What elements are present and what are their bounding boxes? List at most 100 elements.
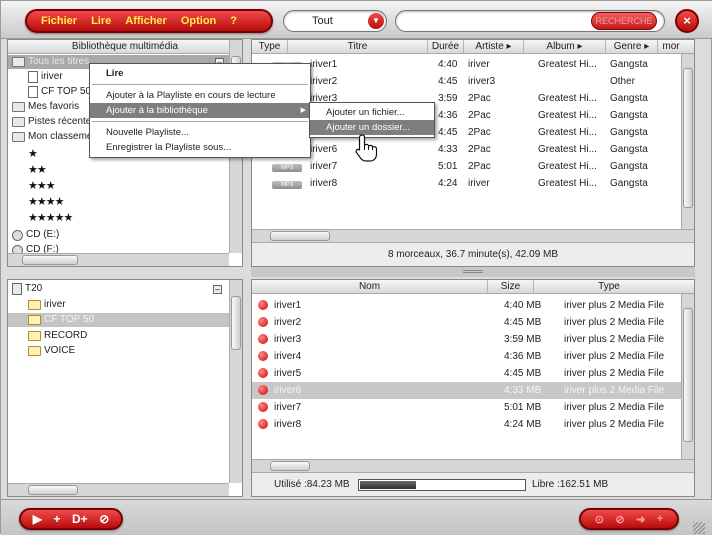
menu-item-save-playlist-as[interactable]: Enregistrer la Playliste sous... xyxy=(90,140,310,155)
table-row[interactable]: iriver2 4:45 MB iriver plus 2 Media File xyxy=(252,314,681,331)
tree-item-folder-iriver[interactable]: iriver xyxy=(28,298,66,312)
tree-item-folder-voice[interactable]: VOICE xyxy=(28,344,75,358)
table-row[interactable]: MP3 iriver7 5:01 2Pac Greatest Hi... Gan… xyxy=(252,158,681,175)
menu-item-add-file[interactable]: Ajouter un fichier... xyxy=(310,105,434,120)
menu-bar: Fichier Lire Afficher Option ? xyxy=(25,9,273,33)
search-button[interactable]: RECHERCHE xyxy=(591,12,657,30)
menu-item-play[interactable]: Lire xyxy=(90,66,310,81)
tree-item-recent[interactable]: Pistes récentes xyxy=(12,115,96,129)
rating-3-stars[interactable]: ★★★ xyxy=(28,179,56,193)
filter-select[interactable]: Tout ▼ xyxy=(283,10,387,32)
tree-item-cf-top-50[interactable]: CF TOP 50 xyxy=(28,85,91,99)
device-vertical-scrollbar[interactable] xyxy=(229,280,242,483)
playlist-horizontal-scrollbar[interactable] xyxy=(252,229,694,242)
tree-item-label: iriver xyxy=(41,71,63,82)
scroll-thumb[interactable] xyxy=(683,308,693,442)
cell-genre: Gangsta xyxy=(610,127,648,138)
cell-duration: 3:59 xyxy=(438,93,458,104)
menu-help[interactable]: ? xyxy=(230,15,237,27)
device-panel: T20 – iriver CF TOP 50 RECORD VOICE xyxy=(7,279,243,497)
chevron-down-icon[interactable]: ▼ xyxy=(368,13,384,29)
table-row[interactable]: iriver3 3:59 MB iriver plus 2 Media File xyxy=(252,331,681,348)
column-duration[interactable]: Durée xyxy=(428,40,464,54)
scroll-thumb[interactable] xyxy=(683,68,693,208)
play-icon[interactable]: ▶ xyxy=(33,512,42,526)
tree-item-label: Pistes récentes xyxy=(28,116,97,127)
column-name[interactable]: Nom xyxy=(252,280,488,294)
tree-item-iriver[interactable]: iriver xyxy=(28,70,63,84)
scroll-thumb[interactable] xyxy=(270,231,330,241)
menu-item-add-to-now-playing[interactable]: Ajouter à la Playliste en cours de lectu… xyxy=(90,88,310,103)
table-row[interactable]: iriver7 5:01 MB iriver plus 2 Media File xyxy=(252,399,681,416)
menu-afficher[interactable]: Afficher xyxy=(125,15,167,27)
table-row[interactable]: MP3 iriver8 4:24 iriver Greatest Hi... G… xyxy=(252,175,681,192)
arrow-right-icon[interactable]: ➜ xyxy=(636,513,645,526)
cell-genre: Gangsta xyxy=(610,178,648,189)
cell-artist: iriver3 xyxy=(468,76,496,87)
app-window: Fichier Lire Afficher Option ? Tout ▼ RE… xyxy=(0,0,712,535)
library-horizontal-scrollbar[interactable] xyxy=(8,253,229,266)
rating-5-stars[interactable]: ★★★★★ xyxy=(28,211,73,225)
table-row[interactable]: MP3 iriver1 4:40 iriver Greatest Hi... G… xyxy=(252,56,681,73)
column-more[interactable]: mor xyxy=(658,40,684,54)
rating-4-stars[interactable]: ★★★★ xyxy=(28,195,64,209)
menu-lire[interactable]: Lire xyxy=(91,15,111,27)
cell-album: Greatest Hi... xyxy=(538,110,597,121)
device-controls: ⊙ ⊘ ➜ + xyxy=(579,508,679,530)
table-row[interactable]: iriver1 4:40 MB iriver plus 2 Media File xyxy=(252,297,681,314)
tree-item-cd-e[interactable]: CD (E:) xyxy=(12,228,59,242)
tree-item-label: CF TOP 50 xyxy=(44,314,95,325)
cell-duration: 4:36 xyxy=(438,110,458,121)
device-horizontal-scrollbar[interactable] xyxy=(8,483,229,496)
table-row[interactable]: iriver8 4:24 MB iriver plus 2 Media File xyxy=(252,416,681,433)
column-artist[interactable]: Artiste ▸ xyxy=(464,40,524,54)
close-icon[interactable]: × xyxy=(675,9,699,33)
column-size[interactable]: Size xyxy=(488,280,534,294)
type-badge: MP3 xyxy=(272,158,302,175)
column-album[interactable]: Album ▸ xyxy=(524,40,606,54)
table-row[interactable]: iriver5 4:45 MB iriver plus 2 Media File xyxy=(252,365,681,382)
menu-fichier[interactable]: Fichier xyxy=(41,15,77,27)
table-row[interactable]: iriver4 4:36 MB iriver plus 2 Media File xyxy=(252,348,681,365)
add-icon[interactable]: + xyxy=(657,513,663,525)
tree-item-folder-cf-top-50[interactable]: CF TOP 50 xyxy=(8,313,230,327)
scroll-thumb[interactable] xyxy=(22,255,78,265)
add-file-icon[interactable]: D+ xyxy=(72,512,88,526)
tree-item-favorites[interactable]: Mes favoris xyxy=(12,100,79,114)
column-genre[interactable]: Genre ▸ xyxy=(606,40,658,54)
table-row-selected[interactable]: iriver6 4:33 MB iriver plus 2 Media File xyxy=(252,382,681,399)
panel-splitter[interactable] xyxy=(251,267,695,277)
column-type[interactable]: Type xyxy=(252,40,288,54)
delete-icon[interactable]: ⊘ xyxy=(615,513,624,526)
menu-item-add-to-library[interactable]: Ajouter à la bibliothèque ▶ xyxy=(90,103,310,118)
rating-2-stars[interactable]: ★★ xyxy=(28,163,47,177)
column-file-type[interactable]: Type xyxy=(534,280,684,294)
free-space: Libre :162.51 MB xyxy=(532,479,609,490)
device-icon[interactable]: ⊙ xyxy=(595,513,604,526)
storage-usage-fill xyxy=(360,481,417,489)
rating-1-stars[interactable]: ★ xyxy=(28,147,38,161)
files-vertical-scrollbar[interactable] xyxy=(681,294,694,459)
scroll-thumb[interactable] xyxy=(270,461,310,471)
collapse-icon[interactable]: – xyxy=(213,284,222,294)
column-title[interactable]: Titre xyxy=(288,40,428,54)
tree-item-folder-record[interactable]: RECORD xyxy=(28,329,87,343)
cell-type: iriver plus 2 Media File xyxy=(564,402,665,413)
files-horizontal-scrollbar[interactable] xyxy=(252,459,694,472)
playlist-icon xyxy=(28,86,38,98)
scroll-thumb[interactable] xyxy=(231,296,241,350)
scroll-thumb[interactable] xyxy=(28,485,78,495)
playlist-vertical-scrollbar[interactable] xyxy=(681,54,694,229)
table-row[interactable]: MP3 iriver6 4:33 2Pac Greatest Hi... Gan… xyxy=(252,141,681,158)
playlist-icon xyxy=(28,71,38,83)
top-toolbar: Fichier Lire Afficher Option ? Tout ▼ RE… xyxy=(1,1,712,39)
resize-grip-icon[interactable] xyxy=(693,522,705,534)
menu-item-new-playlist[interactable]: Nouvelle Playliste... xyxy=(90,125,310,140)
tree-item-ratings[interactable]: Mon classement xyxy=(12,130,101,144)
tree-item-device-root[interactable]: T20 – xyxy=(12,282,222,296)
table-row[interactable]: MP3 iriver2 4:45 iriver3 Other xyxy=(252,73,681,90)
menu-option[interactable]: Option xyxy=(181,15,216,27)
delete-icon[interactable]: ⊘ xyxy=(99,512,109,526)
submenu-arrow-icon: ▶ xyxy=(300,107,306,114)
add-icon[interactable]: + xyxy=(53,512,60,526)
